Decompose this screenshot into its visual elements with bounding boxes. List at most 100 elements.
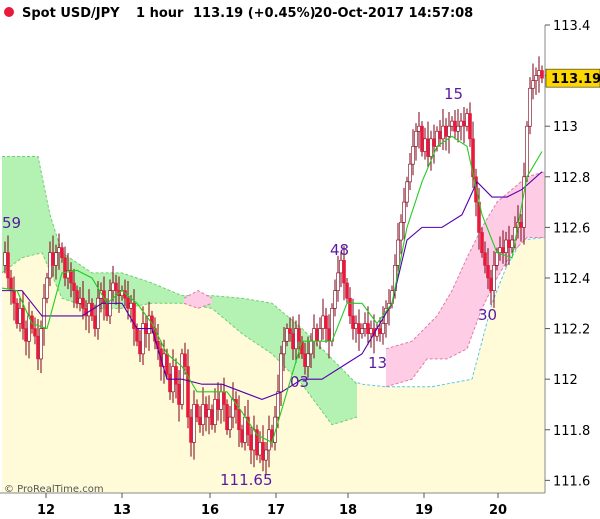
candle-bear bbox=[486, 265, 490, 279]
candle-bull bbox=[531, 80, 535, 89]
candle-bear bbox=[426, 138, 430, 157]
candle-bull bbox=[48, 252, 52, 279]
candle-bull bbox=[411, 146, 415, 165]
annotation-label: 59 bbox=[2, 214, 21, 232]
candle-bull bbox=[441, 125, 445, 140]
candle-bear bbox=[51, 252, 55, 266]
x-tick-label: 20 bbox=[489, 503, 507, 518]
candle-bear bbox=[114, 282, 118, 291]
x-tick-label: 19 bbox=[415, 503, 433, 518]
candle-bear bbox=[291, 333, 295, 350]
candle-bull bbox=[354, 323, 358, 329]
candle-bull bbox=[45, 277, 49, 299]
x-tick-label: 18 bbox=[339, 503, 357, 518]
candle-bull bbox=[333, 290, 337, 309]
candle-bull bbox=[414, 130, 418, 147]
candle-bull bbox=[336, 272, 340, 291]
y-tick-label: 112.6 bbox=[553, 221, 590, 236]
annotation-label: 30 bbox=[478, 306, 497, 324]
candle-bear bbox=[519, 222, 523, 228]
candle-bull bbox=[192, 404, 196, 443]
candle-bear bbox=[225, 404, 229, 431]
candle-bear bbox=[540, 70, 544, 79]
candle-bear bbox=[189, 416, 193, 443]
candle-bear bbox=[210, 409, 214, 425]
header-quote: 113.19 (+0.45%) bbox=[193, 6, 316, 21]
annotation-label: 03 bbox=[290, 373, 309, 391]
candle-bull bbox=[450, 120, 454, 127]
candle-bear bbox=[15, 302, 19, 324]
candle-bull bbox=[429, 138, 433, 157]
candle-bear bbox=[303, 353, 307, 367]
candle-bull bbox=[405, 181, 409, 203]
candle-bear bbox=[468, 113, 472, 140]
candle-bull bbox=[312, 328, 316, 342]
red-dot-icon bbox=[4, 7, 14, 17]
candle-bear bbox=[60, 247, 64, 259]
annotation-label: 13 bbox=[368, 354, 387, 372]
x-tick-label: 16 bbox=[201, 503, 219, 518]
annotation-label: 48 bbox=[330, 241, 349, 259]
candle-bear bbox=[480, 232, 484, 253]
candle-bear bbox=[174, 366, 178, 385]
candle-bear bbox=[6, 252, 10, 279]
candle-bull bbox=[285, 328, 289, 342]
candle-bull bbox=[111, 282, 115, 291]
candle-bull bbox=[447, 125, 451, 137]
candle-bull bbox=[534, 75, 538, 81]
candle-bull bbox=[360, 328, 364, 334]
header-timeframe: 1 hour bbox=[136, 6, 184, 21]
y-tick-label: 111.6 bbox=[553, 474, 590, 489]
last-price-tag: 113.19 bbox=[545, 68, 600, 88]
candle-bull bbox=[402, 201, 406, 223]
candle-bull bbox=[306, 353, 310, 367]
candle-bear bbox=[105, 302, 109, 317]
header-symbol: Spot USD/JPY bbox=[22, 6, 120, 21]
candle-bull bbox=[243, 416, 247, 443]
x-tick-label: 13 bbox=[113, 503, 131, 518]
candle-bear bbox=[489, 277, 493, 291]
candle-bear bbox=[297, 328, 301, 342]
candle-bear bbox=[183, 353, 187, 367]
candle-bear bbox=[165, 353, 169, 375]
candle-bull bbox=[258, 442, 262, 456]
y-tick-label: 112.8 bbox=[553, 171, 590, 186]
candle-bull bbox=[330, 308, 334, 342]
y-tick-label: 112 bbox=[553, 373, 578, 388]
candle-bear bbox=[501, 247, 505, 253]
candle-bear bbox=[75, 290, 79, 304]
y-tick-label: 113.4 bbox=[553, 19, 590, 34]
candle-bull bbox=[87, 302, 91, 317]
candle-bull bbox=[465, 113, 469, 127]
header-datetime: 20-Oct-2017 14:57:08 bbox=[314, 6, 473, 21]
annotation-label: 111.65 bbox=[220, 471, 273, 489]
candle-bear bbox=[21, 308, 25, 329]
candle-bull bbox=[201, 404, 205, 425]
candle-bull bbox=[495, 252, 499, 266]
candle-bull bbox=[381, 323, 385, 334]
candle-bear bbox=[378, 328, 382, 334]
candle-bull bbox=[363, 323, 367, 329]
candle-bear bbox=[33, 328, 37, 337]
candle-bear bbox=[420, 125, 424, 152]
candle-bear bbox=[222, 391, 226, 405]
candle-bear bbox=[438, 130, 442, 140]
candle-bull bbox=[96, 297, 100, 329]
candle-bear bbox=[483, 252, 487, 266]
candle-bear bbox=[126, 297, 130, 309]
candle-bear bbox=[9, 277, 13, 291]
candle-bull bbox=[525, 125, 529, 178]
candle-bear bbox=[348, 297, 352, 317]
candle-bear bbox=[342, 259, 346, 284]
candle-bear bbox=[507, 239, 511, 248]
candle-bear bbox=[135, 328, 139, 342]
candle-bear bbox=[36, 335, 40, 360]
candle-bear bbox=[357, 323, 361, 334]
candle-bull bbox=[282, 340, 286, 355]
candle-bear bbox=[432, 138, 436, 147]
price-chart: 59 48 111.65 03 13 15 30 Spot USD/JPY 1 hour 1… bbox=[0, 0, 600, 519]
candle-bull bbox=[396, 239, 400, 266]
candle-bull bbox=[78, 297, 82, 304]
candle-bull bbox=[399, 222, 403, 241]
candle-bull bbox=[435, 130, 439, 147]
